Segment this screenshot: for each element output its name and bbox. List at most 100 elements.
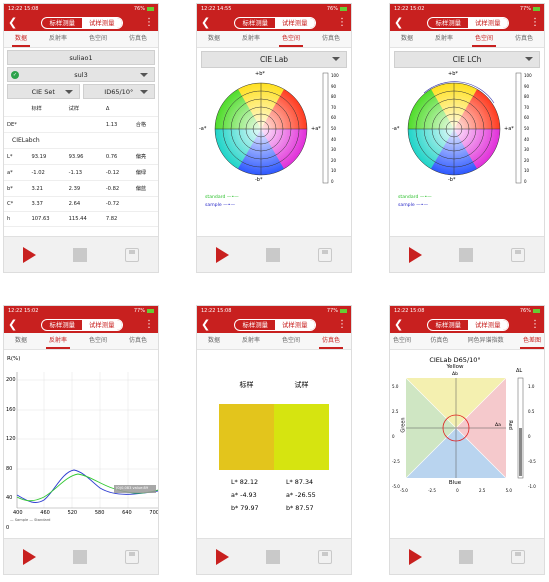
header-standard: 标样 — [239, 381, 254, 389]
tab-bar: 数据 反射率 色空间 仿真色 — [4, 333, 158, 350]
measure-button[interactable] — [215, 246, 229, 263]
tab-simulated[interactable]: 仿真色 — [512, 31, 536, 47]
more-icon[interactable]: ⋮ — [144, 17, 154, 28]
mode-sample[interactable]: 试样测量 — [468, 17, 508, 28]
measure-button[interactable] — [22, 246, 36, 263]
back-icon[interactable]: ❮ — [8, 14, 20, 31]
tab-simulated[interactable]: 仿真色 — [427, 333, 451, 349]
mode-standard[interactable]: 标样测量 — [42, 320, 82, 330]
mode-toggle: 标样测量 试样测量 — [234, 16, 316, 29]
tab-colorspace[interactable]: 色空间 — [471, 31, 496, 47]
mode-sample[interactable]: 试样测量 — [275, 17, 315, 28]
de-value: 1.13 — [102, 116, 133, 133]
measure-button[interactable] — [215, 548, 229, 565]
save-icon[interactable] — [318, 247, 333, 262]
row-result — [132, 211, 158, 227]
tab-simulated[interactable]: 仿真色 — [319, 31, 343, 47]
save-icon[interactable] — [318, 549, 333, 564]
row-std: 3.21 — [28, 180, 66, 197]
tab-colorspace[interactable]: 色空间 — [279, 333, 303, 349]
stop-button[interactable] — [459, 247, 474, 262]
stop-button[interactable] — [73, 247, 88, 262]
more-icon[interactable]: ⋮ — [337, 319, 347, 330]
bottom-toolbar — [197, 538, 351, 574]
color-space-value: CIE LCh — [452, 55, 482, 64]
stop-button[interactable] — [266, 247, 281, 262]
tab-colorspace[interactable]: 色空间 — [278, 31, 303, 47]
header-sample: 试样 — [65, 101, 103, 117]
tab-difference-chart[interactable]: 色差图 — [519, 333, 544, 349]
mode-standard[interactable]: 标样测量 — [42, 18, 82, 28]
table-row: DE* 1.13 合格 — [4, 116, 158, 133]
tab-reflectance[interactable]: 反射率 — [432, 31, 456, 47]
table-row: b* 3.21 2.39 -0.82 偏蓝 — [4, 180, 158, 197]
stop-button[interactable] — [266, 549, 281, 564]
tab-simulated[interactable]: 仿真色 — [318, 333, 343, 349]
color-space-select[interactable]: CIE LCh — [394, 51, 540, 68]
tab-colorspace[interactable]: 色空间 — [86, 31, 110, 47]
mode-standard[interactable]: 标样测量 — [428, 18, 468, 28]
tab-data[interactable]: 数据 — [205, 31, 223, 47]
more-icon[interactable]: ⋮ — [144, 319, 154, 330]
tab-data[interactable]: 数据 — [12, 333, 30, 349]
measure-button[interactable] — [22, 548, 36, 565]
stop-button[interactable] — [73, 549, 88, 564]
more-icon[interactable]: ⋮ — [530, 17, 540, 28]
mode-sample[interactable]: 试样测量 — [82, 17, 122, 28]
axis-bottom-label: -b* — [255, 177, 263, 183]
tab-data[interactable]: 数据 — [11, 31, 30, 47]
tab-simulated[interactable]: 仿真色 — [126, 31, 150, 47]
label-delta-b: Δb — [452, 372, 459, 377]
save-icon[interactable] — [125, 247, 140, 262]
row-delta: -0.72 — [102, 196, 133, 212]
sample-value: b* 87.57 — [286, 504, 314, 512]
more-icon[interactable]: ⋮ — [337, 17, 347, 28]
standard-name-field[interactable]: suliao1 — [7, 50, 155, 65]
axis-bottom-label: -b* — [448, 177, 456, 183]
back-icon[interactable]: ❮ — [394, 14, 406, 31]
axis-left-label: -a* — [392, 126, 400, 132]
tab-bar: 色空间 仿真色 同色异谱指数 色差图 — [390, 333, 544, 350]
more-icon[interactable]: ⋮ — [530, 319, 540, 330]
clock: 12:22 14:55 — [201, 6, 232, 12]
mode-sample[interactable]: 试样测量 — [275, 319, 315, 330]
back-icon[interactable]: ❮ — [201, 316, 213, 333]
legend: standard —•— sample —•— — [205, 195, 239, 208]
tab-reflectance[interactable]: 反射率 — [46, 31, 70, 47]
save-icon[interactable] — [511, 247, 526, 262]
stop-button[interactable] — [459, 549, 474, 564]
chevron-down-icon — [140, 73, 148, 77]
mode-sample[interactable]: 试样测量 — [468, 319, 508, 330]
back-icon[interactable]: ❮ — [201, 14, 213, 31]
row-sample: 2.64 — [65, 196, 103, 212]
tab-colorspace[interactable]: 色空间 — [390, 333, 414, 349]
back-icon[interactable]: ❮ — [394, 316, 406, 333]
illuminant-select[interactable]: ID65/10° — [82, 84, 155, 99]
mode-standard[interactable]: 标样测量 — [235, 320, 275, 330]
label-blue: Blue — [448, 480, 462, 486]
tab-simulated[interactable]: 仿真色 — [126, 333, 150, 349]
color-space-select[interactable]: CIE Lab — [201, 51, 347, 68]
measure-button[interactable] — [408, 548, 422, 565]
mode-standard[interactable]: 标样测量 — [428, 320, 468, 330]
tab-colorspace[interactable]: 色空间 — [86, 333, 110, 349]
tab-reflectance[interactable]: 反射率 — [239, 333, 263, 349]
bottom-toolbar — [4, 236, 158, 272]
tab-data[interactable]: 数据 — [205, 333, 223, 349]
tab-data[interactable]: 数据 — [398, 31, 416, 47]
sample-select[interactable]: ✓ sul3 — [7, 67, 155, 82]
back-icon[interactable]: ❮ — [8, 316, 20, 333]
measure-button[interactable] — [408, 246, 422, 263]
observer-select[interactable]: CIE Set — [7, 84, 80, 99]
save-icon[interactable] — [511, 549, 526, 564]
save-icon[interactable] — [125, 549, 140, 564]
mode-standard[interactable]: 标样测量 — [235, 18, 275, 28]
row-key: b* — [4, 180, 29, 197]
tab-reflectance[interactable]: 反射率 — [45, 333, 70, 349]
illuminant-value: ID65/10° — [104, 87, 134, 96]
mode-sample[interactable]: 试样测量 — [82, 319, 122, 330]
tab-metamerism[interactable]: 同色异谱指数 — [465, 333, 507, 349]
row-delta: 7.82 — [102, 211, 133, 227]
tab-reflectance[interactable]: 反射率 — [239, 31, 263, 47]
app-bar: ❮ 标样测量 试样测量 ⋮ — [4, 14, 158, 31]
